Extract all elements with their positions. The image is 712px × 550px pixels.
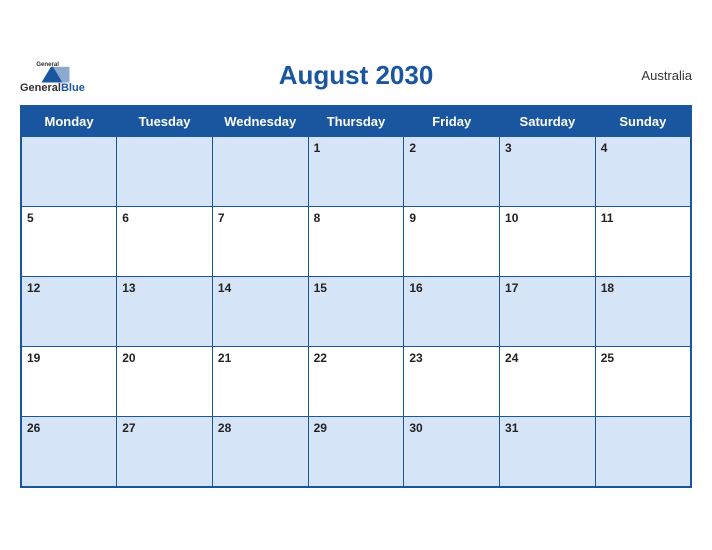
calendar-day-25: 25 xyxy=(595,347,691,417)
day-number: 11 xyxy=(601,211,614,225)
calendar-empty-cell xyxy=(21,137,117,207)
calendar-day-23: 23 xyxy=(404,347,500,417)
calendar-day-31: 31 xyxy=(500,417,596,487)
calendar-day-9: 9 xyxy=(404,207,500,277)
weekday-header-row: Monday Tuesday Wednesday Thursday Friday… xyxy=(21,106,691,137)
day-number: 10 xyxy=(505,211,518,225)
logo-blue-text: Blue xyxy=(61,82,85,94)
day-number: 7 xyxy=(218,211,225,225)
weekday-sunday: Sunday xyxy=(595,106,691,137)
day-number: 23 xyxy=(409,351,422,365)
calendar-day-27: 27 xyxy=(117,417,213,487)
calendar-day-11: 11 xyxy=(595,207,691,277)
day-number: 18 xyxy=(601,281,614,295)
calendar-day-29: 29 xyxy=(308,417,404,487)
day-number: 14 xyxy=(218,281,231,295)
weekday-friday: Friday xyxy=(404,106,500,137)
calendar-body: 1234567891011121314151617181920212223242… xyxy=(21,137,691,487)
calendar-day-10: 10 xyxy=(500,207,596,277)
svg-text:General: General xyxy=(37,61,60,68)
day-number: 29 xyxy=(314,421,327,435)
calendar-day-16: 16 xyxy=(404,277,500,347)
calendar-day-20: 20 xyxy=(117,347,213,417)
calendar-day-12: 12 xyxy=(21,277,117,347)
weekday-wednesday: Wednesday xyxy=(212,106,308,137)
calendar-day-18: 18 xyxy=(595,277,691,347)
calendar-day-6: 6 xyxy=(117,207,213,277)
calendar-day-19: 19 xyxy=(21,347,117,417)
day-number: 27 xyxy=(122,421,135,435)
calendar-title: August 2030 xyxy=(279,60,434,91)
day-number: 5 xyxy=(27,211,34,225)
calendar-day-21: 21 xyxy=(212,347,308,417)
calendar-day-30: 30 xyxy=(404,417,500,487)
calendar-empty-cell xyxy=(117,137,213,207)
weekday-monday: Monday xyxy=(21,106,117,137)
weekday-saturday: Saturday xyxy=(500,106,596,137)
day-number: 19 xyxy=(27,351,40,365)
calendar-day-7: 7 xyxy=(212,207,308,277)
calendar-day-8: 8 xyxy=(308,207,404,277)
calendar-day-3: 3 xyxy=(500,137,596,207)
day-number: 16 xyxy=(409,281,422,295)
day-number: 24 xyxy=(505,351,518,365)
day-number: 3 xyxy=(505,141,512,155)
calendar-day-5: 5 xyxy=(21,207,117,277)
calendar-day-15: 15 xyxy=(308,277,404,347)
day-number: 9 xyxy=(409,211,416,225)
calendar-table: Monday Tuesday Wednesday Thursday Friday… xyxy=(20,105,692,488)
day-number: 15 xyxy=(314,281,327,295)
day-number: 13 xyxy=(122,281,135,295)
calendar-header: General General Blue August 2030 Austral… xyxy=(20,52,692,99)
logo-general-text: General xyxy=(20,82,61,94)
day-number: 22 xyxy=(314,351,327,365)
weekday-thursday: Thursday xyxy=(308,106,404,137)
calendar-day-4: 4 xyxy=(595,137,691,207)
calendar-day-28: 28 xyxy=(212,417,308,487)
day-number: 12 xyxy=(27,281,40,295)
calendar-empty-cell xyxy=(595,417,691,487)
calendar-day-14: 14 xyxy=(212,277,308,347)
day-number: 17 xyxy=(505,281,518,295)
day-number: 30 xyxy=(409,421,422,435)
day-number: 31 xyxy=(505,421,518,435)
day-number: 21 xyxy=(218,351,231,365)
day-number: 25 xyxy=(601,351,614,365)
calendar-empty-cell xyxy=(212,137,308,207)
calendar-day-13: 13 xyxy=(117,277,213,347)
calendar-week-row: 12 13 14 15 16 17 18 xyxy=(21,277,691,347)
day-number: 6 xyxy=(122,211,129,225)
day-number: 1 xyxy=(314,141,321,155)
calendar-day-22: 22 xyxy=(308,347,404,417)
calendar-day-1: 1 xyxy=(308,137,404,207)
calendar-day-17: 17 xyxy=(500,277,596,347)
calendar-week-row: 26 27 28 29 30 31 xyxy=(21,417,691,487)
calendar-week-row: 1 2 3 4 xyxy=(21,137,691,207)
day-number: 8 xyxy=(314,211,321,225)
day-number: 4 xyxy=(601,141,608,155)
calendar-week-row: 5 6 7 8 9 10 11 xyxy=(21,207,691,277)
country-label: Australia xyxy=(641,68,692,83)
calendar-day-2: 2 xyxy=(404,137,500,207)
calendar-day-24: 24 xyxy=(500,347,596,417)
logo-area: General General Blue xyxy=(20,58,85,94)
weekday-tuesday: Tuesday xyxy=(117,106,213,137)
calendar-day-26: 26 xyxy=(21,417,117,487)
calendar-week-row: 19 20 21 22 23 24 25 xyxy=(21,347,691,417)
day-number: 20 xyxy=(122,351,135,365)
day-number: 28 xyxy=(218,421,231,435)
day-number: 2 xyxy=(409,141,416,155)
calendar-container: General General Blue August 2030 Austral… xyxy=(0,42,712,508)
day-number: 26 xyxy=(27,421,40,435)
